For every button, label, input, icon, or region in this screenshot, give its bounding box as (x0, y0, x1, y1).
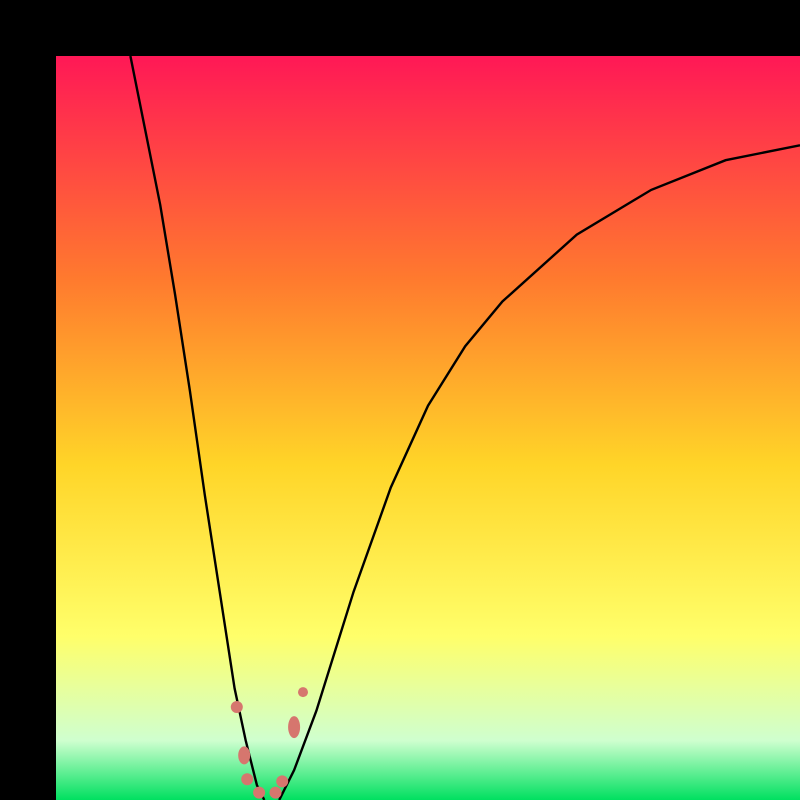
gradient-background (56, 56, 800, 800)
data-marker (270, 787, 282, 799)
data-marker (298, 687, 308, 697)
data-marker (276, 775, 288, 787)
chart-svg (56, 56, 800, 800)
data-marker (241, 773, 253, 785)
data-marker (288, 716, 300, 738)
chart-frame (0, 0, 800, 800)
chart-plot-area (56, 56, 800, 800)
data-marker (238, 746, 250, 764)
data-marker (231, 701, 243, 713)
data-marker (253, 787, 265, 799)
